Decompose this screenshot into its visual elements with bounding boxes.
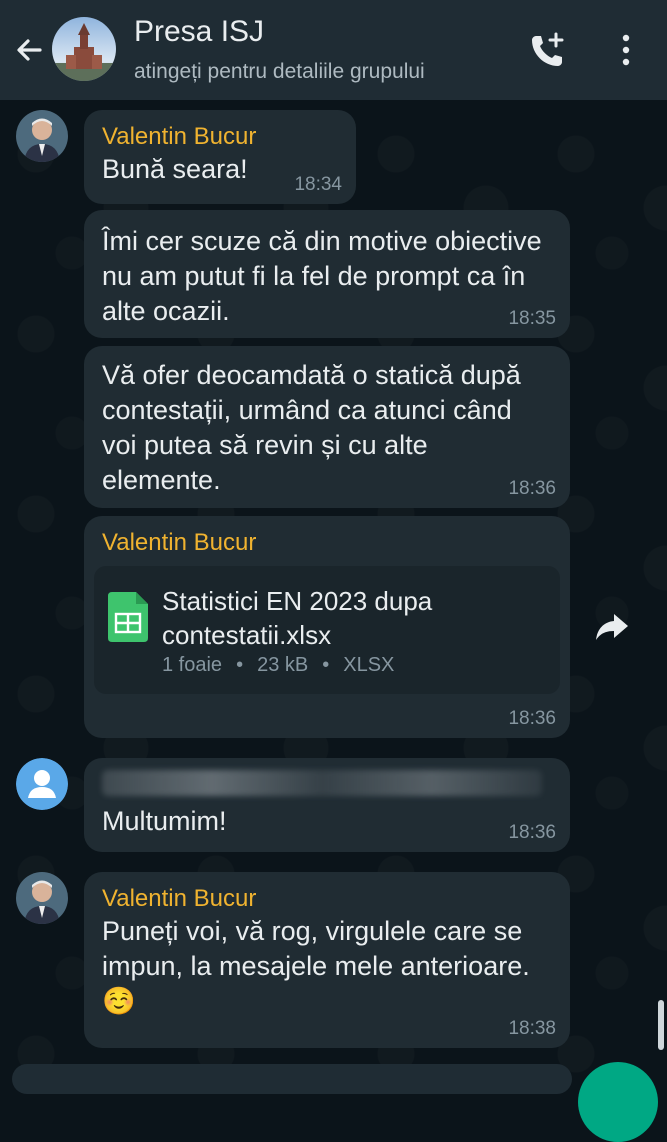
sender-avatar[interactable] [16, 110, 68, 162]
sender-name[interactable]: Valentin Bucur [102, 884, 552, 914]
message-input-bar[interactable] [12, 1064, 572, 1094]
message-time: 18:35 [508, 308, 556, 329]
file-metadata: 1 foaie • 23 kB • XLSX [162, 654, 394, 677]
group-subtitle[interactable]: atingeți pentru detaliile grupului [134, 60, 425, 84]
file-type: XLSX [343, 654, 395, 676]
message-time: 18:34 [294, 174, 342, 195]
add-call-icon[interactable] [526, 28, 570, 72]
default-avatar-icon[interactable] [16, 758, 68, 810]
message-time: 18:36 [508, 708, 556, 729]
message-time: 18:36 [508, 478, 556, 499]
message-time: 18:36 [508, 822, 556, 843]
scrollbar-thumb[interactable] [658, 1000, 664, 1050]
send-button[interactable] [578, 1062, 658, 1142]
file-message-bubble[interactable]: Valentin Bucur Statistici EN 2023 dupa c… [84, 516, 570, 738]
message-text: Puneți voi, vă rog, virgulele care se im… [102, 916, 530, 1016]
message-bubble[interactable]: Valentin Bucur Puneți voi, vă rog, virgu… [84, 872, 570, 1048]
message-time: 18:38 [508, 1018, 556, 1039]
file-attachment[interactable]: Statistici EN 2023 dupa contestatii.xlsx… [94, 566, 560, 694]
message-text: Multumim! [102, 806, 227, 836]
group-avatar[interactable] [52, 17, 116, 81]
file-name: Statistici EN 2023 dupa contestatii.xlsx [162, 586, 433, 650]
message-text: Îmi cer scuze că din motive obiective nu… [102, 226, 542, 326]
back-arrow-icon[interactable] [10, 30, 50, 70]
message-bubble[interactable]: Vă ofer deocamdată o statică după contes… [84, 346, 570, 508]
chat-header[interactable]: Presa ISJ atingeți pentru detaliile grup… [0, 0, 667, 100]
file-size: 23 kB [257, 654, 309, 676]
sender-avatar[interactable] [16, 872, 68, 924]
separator-dot: • [322, 654, 330, 676]
message-text: Vă ofer deocamdată o statică după contes… [102, 360, 521, 495]
file-pages: 1 foaie [162, 654, 223, 676]
more-options-icon[interactable] [612, 30, 640, 70]
separator-dot: • [236, 654, 244, 676]
forward-icon[interactable] [592, 606, 632, 646]
message-bubble[interactable]: Îmi cer scuze că din motive obiective nu… [84, 210, 570, 338]
blurred-sender-name [102, 770, 542, 796]
sender-name[interactable]: Valentin Bucur [102, 528, 552, 558]
message-bubble[interactable]: Valentin Bucur Bună seara! 18:34 [84, 110, 356, 204]
spreadsheet-file-icon [108, 592, 148, 642]
message-bubble[interactable]: Multumim! 18:36 [84, 758, 570, 852]
sender-name[interactable]: Valentin Bucur [102, 122, 338, 152]
group-title[interactable]: Presa ISJ [134, 15, 264, 49]
